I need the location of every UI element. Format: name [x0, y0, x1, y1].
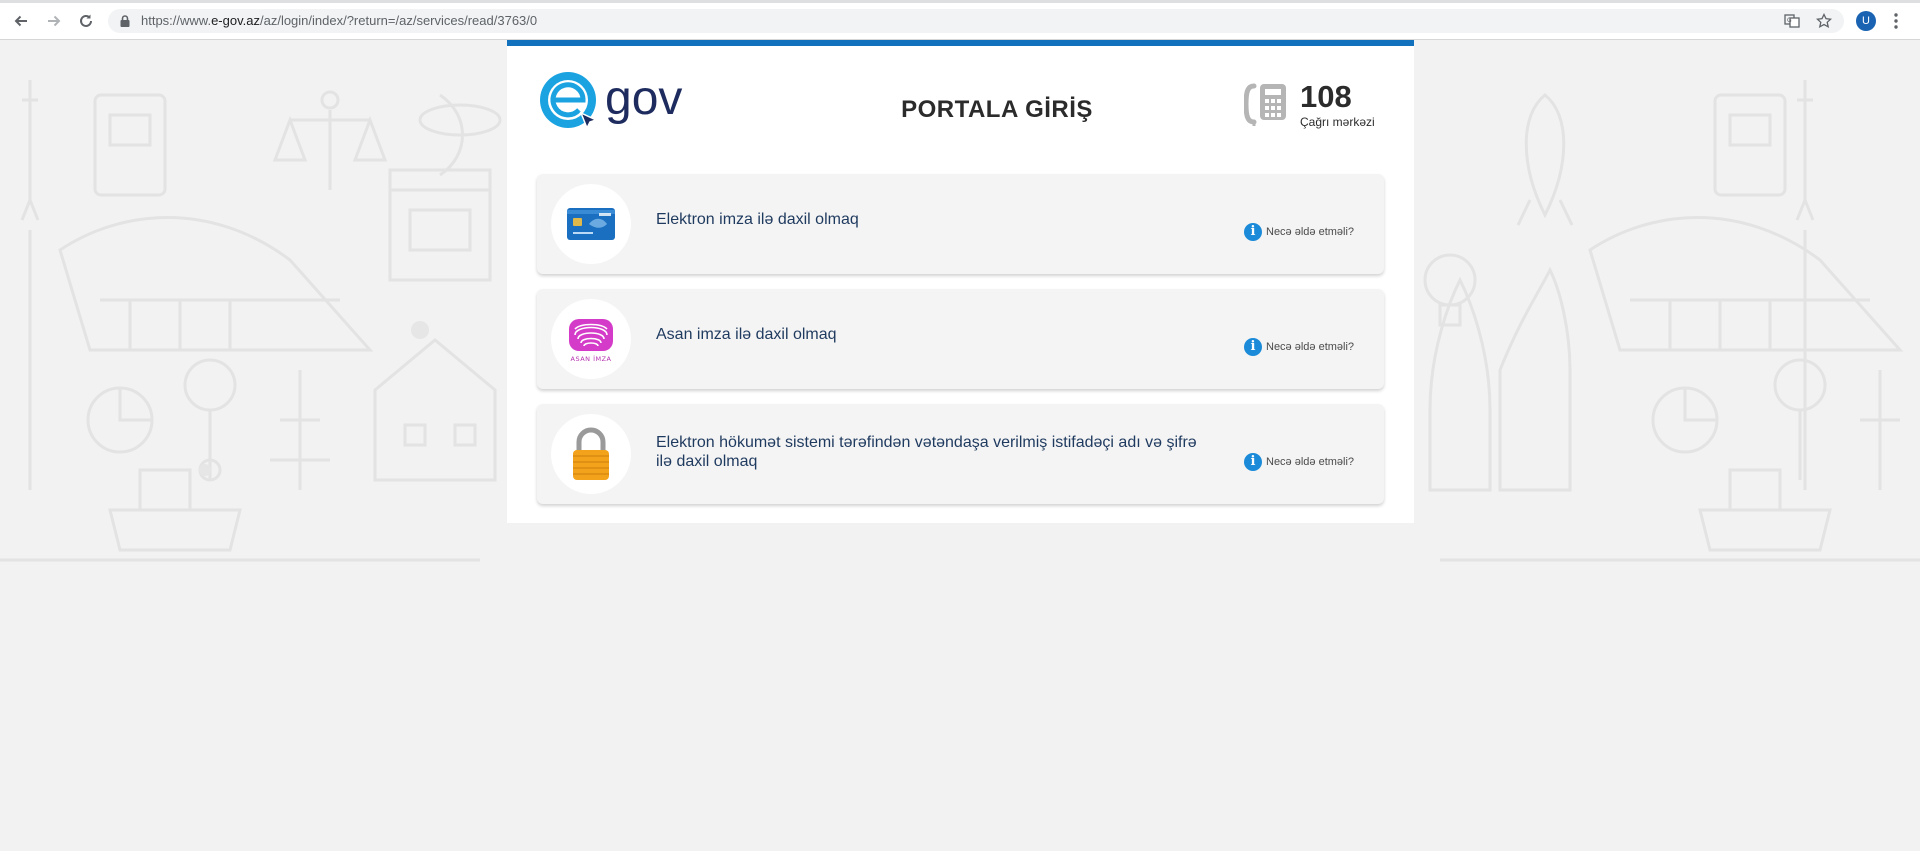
- profile-avatar[interactable]: U: [1856, 11, 1876, 31]
- url-prefix: https://www.: [141, 13, 212, 28]
- forward-arrow-icon: [48, 15, 61, 27]
- how-to-obtain-text: Necə əldə etməli?: [1266, 456, 1355, 468]
- asan-imza-fingerprint-icon: ASAN İMZA: [569, 319, 613, 363]
- how-to-obtain-text: Necə əldə etməli?: [1266, 341, 1355, 353]
- option-icon-circle: [551, 184, 631, 264]
- how-to-obtain-link[interactable]: i Necə əldə etməli?: [1244, 337, 1354, 357]
- call-center-number: 108: [1300, 79, 1352, 114]
- page-title: PORTALA GİRİŞ: [901, 96, 1093, 123]
- electronic-signature-card-icon: [567, 208, 615, 240]
- url-host: e-gov.az: [211, 13, 260, 28]
- asan-imza-caption: ASAN İMZA: [571, 354, 612, 363]
- how-to-obtain-link[interactable]: i Necə əldə etməli?: [1244, 452, 1354, 472]
- back-arrow-icon: [14, 15, 27, 27]
- option-icon-circle: [551, 414, 631, 494]
- url-path: /az/login/index/?return=/az/services/rea…: [259, 13, 538, 28]
- padlock-icon: [573, 427, 609, 480]
- translate-icon[interactable]: G: [1784, 13, 1800, 29]
- lock-icon: [120, 15, 130, 27]
- call-center[interactable]: 108 Çağrı mərkəzi: [1244, 80, 1394, 130]
- info-icon: i: [1244, 223, 1262, 241]
- back-button[interactable]: [10, 10, 32, 32]
- option-label: Elektron hökumət sistemi tərəfindən vətə…: [656, 434, 1197, 470]
- login-option-electronic-signature[interactable]: Elektron imza ilə daxil olmaq i Necə əld…: [537, 174, 1384, 274]
- reload-button[interactable]: [75, 10, 97, 32]
- forward-button[interactable]: [43, 10, 65, 32]
- address-bar[interactable]: https://www.e-gov.az/az/login/index/?ret…: [108, 9, 1844, 33]
- how-to-obtain-text: Necə əldə etməli?: [1266, 226, 1355, 238]
- browser-toolbar: https://www.e-gov.az/az/login/index/?ret…: [0, 0, 1920, 40]
- telephone-icon: [1244, 83, 1286, 126]
- option-label: Elektron imza ilə daxil olmaq: [656, 211, 859, 228]
- info-icon: i: [1244, 338, 1262, 356]
- star-icon[interactable]: [1816, 13, 1832, 29]
- menu-dots-icon[interactable]: [1890, 12, 1902, 30]
- login-option-asan-imza[interactable]: ASAN İMZA Asan imza ilə daxil olmaq i Ne…: [537, 289, 1384, 389]
- option-icon-circle: ASAN İMZA: [551, 299, 631, 379]
- call-center-label: Çağrı mərkəzi: [1300, 115, 1375, 129]
- egov-logo[interactable]: gov: [537, 68, 707, 134]
- how-to-obtain-link[interactable]: i Necə əldə etməli?: [1244, 222, 1354, 242]
- login-card: gov PORTALA GİRİŞ 108 Çağrı mərkəzi Elek…: [507, 40, 1414, 523]
- reload-icon: [80, 14, 92, 27]
- option-label: Asan imza ilə daxil olmaq: [656, 326, 837, 343]
- info-icon: i: [1244, 453, 1262, 471]
- egov-logo-text: gov: [605, 72, 682, 125]
- tab-strip-edge: [0, 0, 1920, 3]
- login-option-username-password[interactable]: Elektron hökumət sistemi tərəfindən vətə…: [537, 404, 1384, 504]
- url-text: https://www.e-gov.az/az/login/index/?ret…: [141, 13, 537, 28]
- svg-text:G: G: [1787, 17, 1792, 24]
